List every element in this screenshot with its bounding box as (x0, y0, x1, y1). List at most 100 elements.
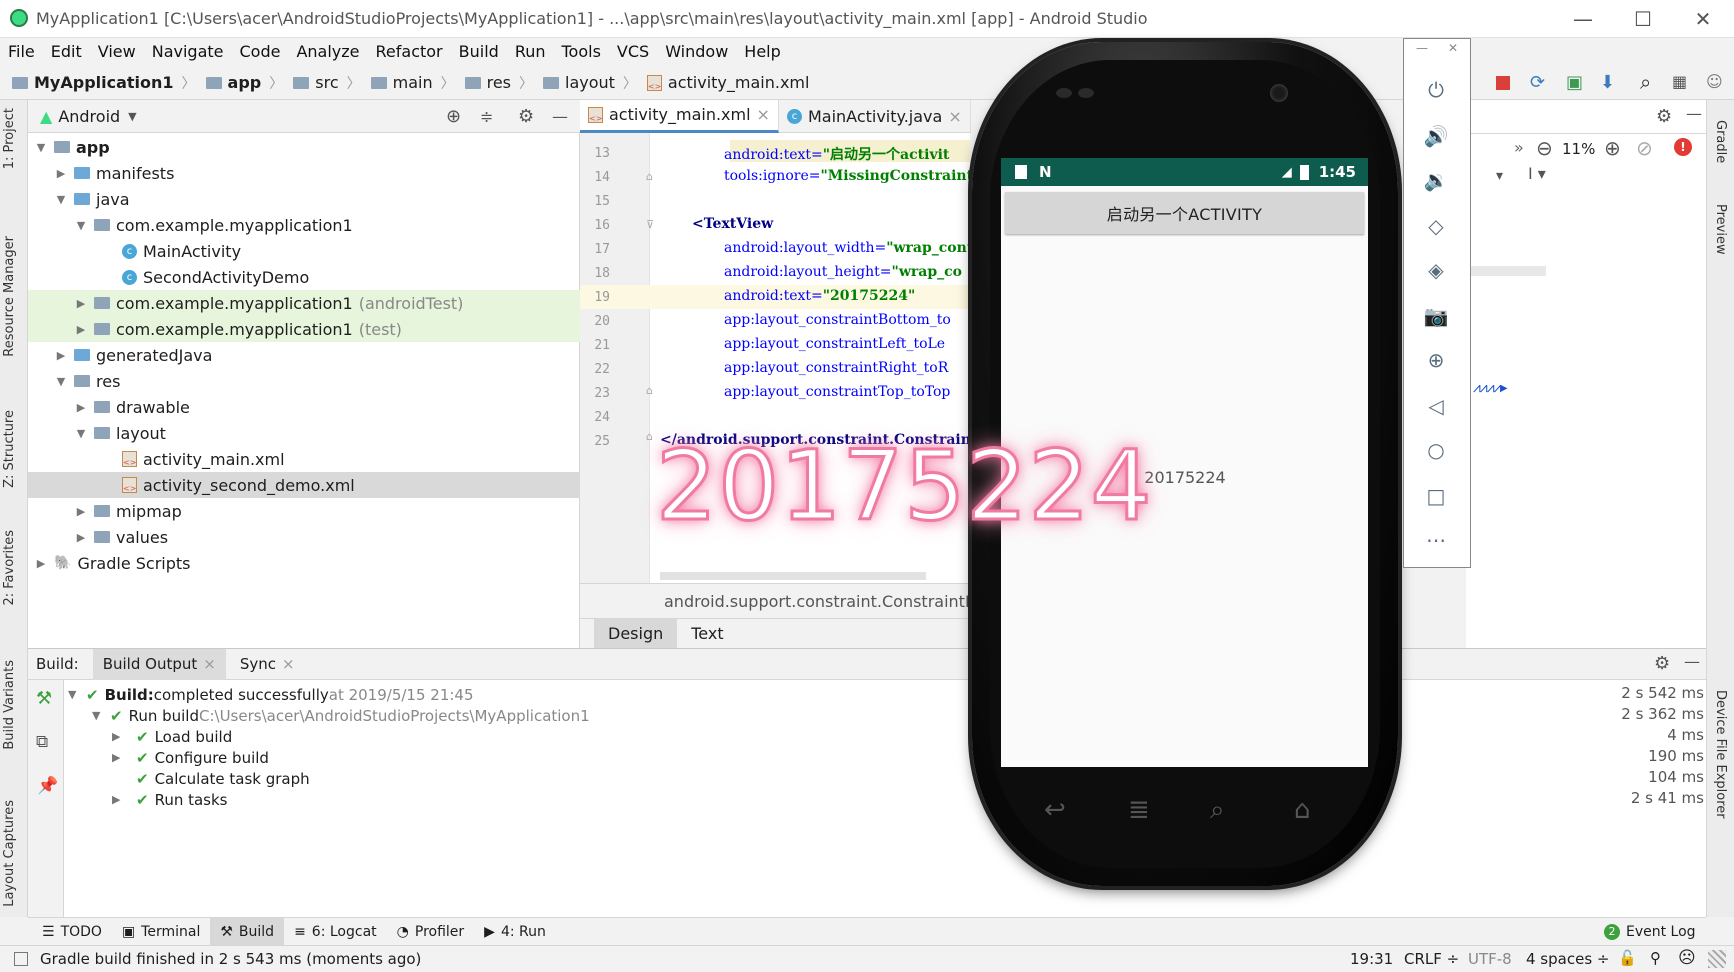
chevron-right-icon[interactable]: ▶ (74, 505, 88, 518)
tool-event-log[interactable]: 2 Event Log (1594, 918, 1706, 946)
text-align-icon[interactable]: I ▾ (1528, 164, 1546, 183)
menu-edit[interactable]: Edit (43, 38, 90, 66)
tool-run[interactable]: ▶ 4: Run (474, 918, 556, 946)
screenshot-icon[interactable]: 📷 (1421, 304, 1451, 328)
volume-down-icon[interactable]: 🔉 (1421, 168, 1451, 192)
breadcrumb-res[interactable]: res 〉 (464, 73, 533, 93)
tab-device-file-explorer[interactable]: Device File Explorer (1713, 690, 1728, 819)
menu-window[interactable]: Window (657, 38, 736, 66)
tab-favorites[interactable]: 2: Favorites (2, 530, 17, 606)
build-row-calculate-task-graph[interactable]: ✔ Calculate task graph (112, 768, 310, 789)
build-row-run-tasks[interactable]: ▶ ✔ Run tasks (112, 789, 228, 810)
close-tab-icon[interactable]: × (757, 105, 770, 124)
build-row-load-build[interactable]: ▶ ✔ Load build (112, 726, 232, 747)
fold-icon[interactable]: ⊽ (646, 218, 654, 231)
more-options-icon[interactable]: ⋯ (1421, 528, 1451, 552)
chevron-right-icon[interactable]: ▶ (54, 349, 68, 362)
tree-item-secondactivitydemo[interactable]: c SecondActivityDemo (28, 264, 580, 290)
indent-setting[interactable]: 4 spaces ÷ (1526, 950, 1609, 968)
menu-vcs[interactable]: VCS (609, 38, 657, 66)
error-icon[interactable]: ! (1674, 138, 1692, 156)
chevron-right-icon[interactable]: ▶ (54, 167, 68, 180)
chevron-down-icon[interactable]: ▼ (54, 193, 68, 206)
sync-icon[interactable]: ⟳ (1530, 72, 1545, 93)
maximize-button[interactable]: ☐ (1620, 4, 1666, 34)
tree-item-package-test[interactable]: ▶ com.example.myapplication1 (test) (28, 316, 580, 342)
tree-item-gradle-scripts[interactable]: ▶ 🐘 Gradle Scripts (28, 550, 580, 576)
fold-icon[interactable]: ⌂ (646, 384, 653, 397)
chevron-down-icon[interactable]: ▼ (92, 709, 110, 722)
close-button[interactable]: ✕ (1680, 4, 1726, 34)
horizontal-scrollbar[interactable] (660, 572, 926, 580)
overview-nav-icon[interactable]: □ (1421, 484, 1451, 508)
tool-todo[interactable]: ☰ TODO (32, 918, 112, 946)
tree-item-layout[interactable]: ▼ layout (28, 420, 580, 446)
tool-build[interactable]: ⚒ Build (210, 917, 285, 946)
chevron-right-icon[interactable]: ▶ (74, 401, 88, 414)
lock-icon[interactable]: 🔓 (1618, 949, 1637, 967)
search-icon[interactable]: ⌕ (1640, 70, 1651, 94)
chevron-right-icon[interactable]: ▶ (112, 751, 136, 764)
chevron-right-icon[interactable]: ▶ (112, 793, 136, 806)
orientation-icon[interactable]: ▾ (1496, 168, 1503, 184)
chevron-right-icon[interactable]: ▶ (112, 730, 136, 743)
tree-item-drawable[interactable]: ▶ drawable (28, 394, 580, 420)
zoom-out-icon[interactable]: ⊖ (1536, 136, 1553, 160)
start-activity-button[interactable]: 启动另一个ACTIVITY (1005, 192, 1364, 234)
tab-structure[interactable]: Z: Structure (2, 410, 17, 488)
tool-logcat[interactable]: ≡ 6: Logcat (284, 918, 387, 946)
line-separator[interactable]: CRLF ÷ (1404, 950, 1459, 968)
chevron-down-icon[interactable]: ▼ (68, 688, 86, 701)
chevron-down-icon[interactable]: ▼ (54, 375, 68, 388)
menu-help[interactable]: Help (736, 38, 788, 66)
breadcrumb-src[interactable]: src 〉 (293, 73, 361, 93)
menu-tools[interactable]: Tools (554, 38, 609, 66)
gear-icon[interactable]: ⚙ (518, 106, 534, 127)
tree-item-activity-main-xml[interactable]: activity_main.xml (28, 446, 580, 472)
sdk-manager-icon[interactable]: ⬇ (1600, 72, 1615, 93)
zoom-icon[interactable]: ⊕ (1421, 348, 1451, 372)
project-structure-icon[interactable]: ▦ (1672, 72, 1687, 91)
toggle-view-icon[interactable]: ⧉ (36, 732, 48, 752)
tab-text[interactable]: Text (677, 619, 737, 649)
caret-position[interactable]: 19:31 (1350, 950, 1393, 968)
menu-navigate[interactable]: Navigate (144, 38, 232, 66)
preview-scrollbar[interactable] (1466, 266, 1546, 276)
collapse-icon[interactable]: ≑ (480, 107, 493, 126)
menu-build[interactable]: Build (451, 38, 507, 66)
breadcrumb-layout[interactable]: layout 〉 (543, 73, 637, 93)
tool-terminal[interactable]: ▣ Terminal (112, 918, 210, 946)
emulator-minimize-button[interactable]: — (1416, 41, 1428, 55)
chevron-down-icon[interactable]: ▼ (74, 427, 88, 440)
tree-item-package-androidtest[interactable]: ▶ com.example.myapplication1 (androidTes… (28, 290, 580, 316)
chevron-right-icon[interactable]: ▶ (74, 297, 88, 310)
tree-item-res[interactable]: ▼ res (28, 368, 580, 394)
tab-sync[interactable]: Sync × (226, 649, 309, 680)
more-icon[interactable]: » (1514, 138, 1524, 157)
tree-item-activity-second-demo-xml[interactable]: activity_second_demo.xml (28, 472, 580, 498)
power-icon[interactable]: ⏻ (1421, 78, 1451, 102)
home-icon[interactable]: ⌂ (1294, 795, 1311, 825)
menu-analyze[interactable]: Analyze (288, 38, 367, 66)
home-nav-icon[interactable]: ○ (1421, 438, 1451, 462)
chevron-down-icon[interactable]: ▼ (128, 110, 136, 123)
tab-activity-main-xml[interactable]: activity_main.xml × (580, 99, 779, 133)
chevron-right-icon[interactable]: ▶ (74, 323, 88, 336)
git-icon[interactable]: ⚲ (1650, 949, 1661, 967)
close-tab-icon[interactable]: × (282, 655, 295, 673)
tab-resource-manager[interactable]: Resource Manager (2, 236, 17, 357)
tab-design[interactable]: Design (594, 618, 678, 649)
build-row-run-build[interactable]: ▼ ✔ Run build C:\Users\acer\AndroidStudi… (92, 705, 590, 726)
zoom-fit-icon[interactable]: ⊘ (1636, 136, 1653, 160)
breadcrumb-app[interactable]: app 〉 (205, 73, 283, 93)
run-stop-icon[interactable] (1496, 76, 1510, 90)
back-nav-icon[interactable]: ◁ (1421, 394, 1451, 418)
device-manager-icon[interactable]: ▣ (1566, 72, 1583, 93)
xml-path-label[interactable]: android.support.constraint.ConstraintLay… (664, 592, 1003, 611)
tree-item-package[interactable]: ▼ com.example.myapplication1 (28, 212, 580, 238)
tab-layout-captures[interactable]: Layout Captures (2, 800, 17, 907)
project-view-selector[interactable]: Android (58, 107, 120, 126)
hammer-icon[interactable]: ⚒ (36, 688, 52, 709)
tree-item-mipmap[interactable]: ▶ mipmap (28, 498, 580, 524)
close-tab-icon[interactable]: × (948, 107, 961, 126)
